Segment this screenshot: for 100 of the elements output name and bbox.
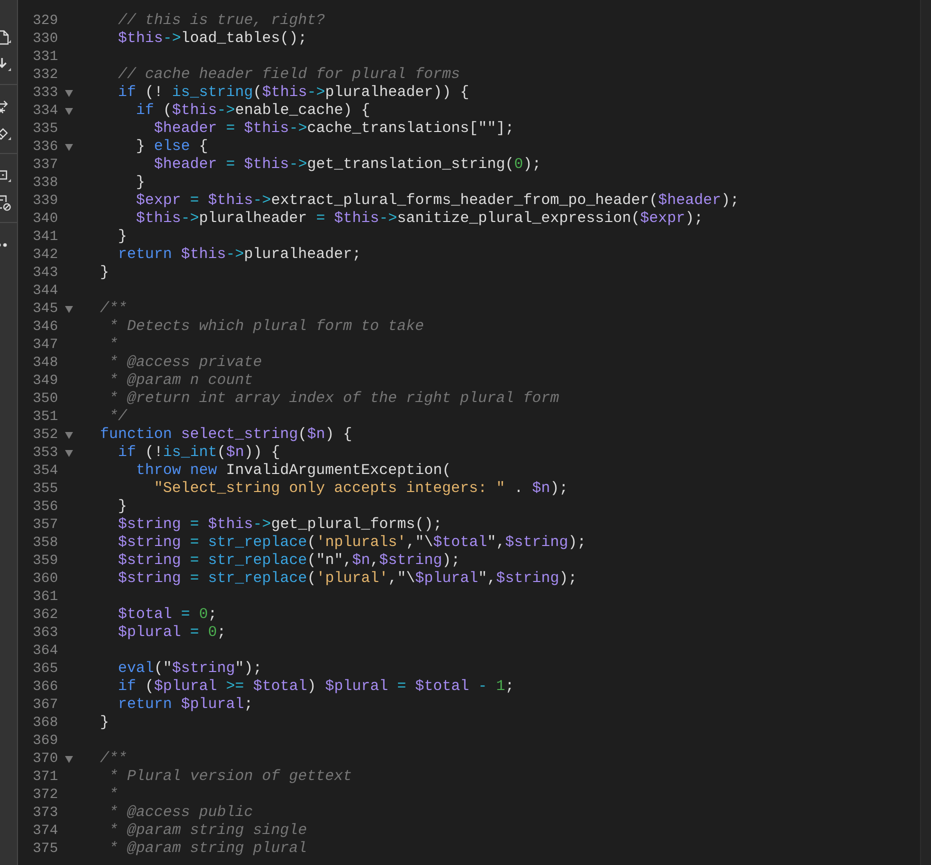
comment-box-icon[interactable] <box>0 168 12 184</box>
line-number: 339 <box>32 193 58 209</box>
line-number: 374 <box>32 823 58 839</box>
line-number: 361 <box>32 589 58 605</box>
line-number: 365 <box>32 661 58 677</box>
code-line: * @access public <box>108 804 254 822</box>
line-number: 331 <box>32 49 58 65</box>
download-icon[interactable] <box>0 56 12 72</box>
line-number: 367 <box>32 697 58 713</box>
code-line: } <box>135 174 146 192</box>
document-icon[interactable] <box>0 30 12 46</box>
code-line: $string = str_replace('nplurals',"\$total",$string); <box>117 534 586 552</box>
line-number: 345 <box>32 301 58 317</box>
line-number: 341 <box>32 229 58 245</box>
line-number: 369 <box>32 733 58 749</box>
line-number: 352 <box>32 427 58 443</box>
line-number: 344 <box>32 283 58 299</box>
fold-caret-icon[interactable] <box>65 108 73 114</box>
document-blocked-icon[interactable] <box>0 194 12 210</box>
code-line: * <box>108 336 118 354</box>
line-number: 357 <box>32 517 58 533</box>
fold-caret-icon[interactable] <box>65 450 73 456</box>
line-number: 362 <box>32 607 58 623</box>
code-line: */ <box>108 408 128 426</box>
code-line: * @param n count <box>108 372 254 390</box>
line-number: 338 <box>32 175 58 191</box>
code-line: function select_string($n) { <box>100 426 352 444</box>
line-number: 332 <box>32 67 58 83</box>
code-line: } <box>117 498 128 516</box>
line-number: 368 <box>32 715 58 731</box>
code-line: $header = $this->cache_translations[""]; <box>153 120 514 138</box>
line-number: 359 <box>32 553 58 569</box>
line-number: 356 <box>32 499 58 515</box>
line-number: 334 <box>32 103 58 119</box>
fold-caret-icon[interactable] <box>65 90 73 96</box>
code-line: /** <box>100 300 128 318</box>
line-number: 373 <box>32 805 58 821</box>
code-line: "Select_string only accepts integers: " . $n); <box>153 480 568 498</box>
line-number: 346 <box>32 319 58 335</box>
code-line: * <box>108 786 118 804</box>
code-line: $this->pluralheader = $this->sanitize_plural_expression($expr); <box>135 210 704 228</box>
code-line: throw new InvalidArgumentException( <box>135 462 452 480</box>
line-number: 355 <box>32 481 58 497</box>
line-number: 354 <box>32 463 58 479</box>
code-line: return $this->pluralheader; <box>117 246 362 264</box>
code-line: if ($plural >= $total) $plural = $total - 1; <box>117 678 514 696</box>
code-line: $string = str_replace("n",$n,$string); <box>117 552 460 570</box>
code-line: * @param string single <box>108 822 308 840</box>
line-number: 375 <box>32 841 58 857</box>
line-number: 336 <box>32 139 58 155</box>
code-line: $expr = $this->extract_plural_forms_header_from_po_header($header); <box>135 192 740 210</box>
line-number: 366 <box>32 679 58 695</box>
code-line: * @param string plural <box>108 840 308 858</box>
code-line: eval("$string"); <box>117 660 262 678</box>
code-line: $total = 0; <box>117 606 218 624</box>
line-number: 343 <box>32 265 58 281</box>
code-line: * Detects which plural form to take <box>108 318 424 336</box>
fold-caret-icon[interactable] <box>65 306 73 312</box>
fold-caret-icon[interactable] <box>65 432 73 438</box>
fold-caret-icon[interactable] <box>65 756 73 762</box>
code-line: /** <box>100 750 128 768</box>
code-line: * @return int array index of the right plural form <box>108 390 560 408</box>
line-number: 358 <box>32 535 58 551</box>
fold-caret-icon[interactable] <box>65 144 73 150</box>
line-number: 372 <box>32 787 58 803</box>
line-number: 349 <box>32 373 58 389</box>
code-line: * Plural version of gettext <box>108 768 352 786</box>
line-number: 340 <box>32 211 58 227</box>
line-number: 363 <box>32 625 58 641</box>
code-line: * @access private <box>108 354 262 372</box>
line-number: 337 <box>32 157 58 173</box>
code-line: $this->load_tables(); <box>117 30 308 48</box>
code-line: // cache header field for plural forms <box>117 66 460 84</box>
code-line: $string = str_replace('plural',"\$plural",$string); <box>117 570 578 588</box>
line-number: 351 <box>32 409 58 425</box>
code-line: $plural = 0; <box>117 624 226 642</box>
line-number: 360 <box>32 571 58 587</box>
code-line: } <box>117 228 128 246</box>
line-number: 342 <box>32 247 58 263</box>
line-number: 333 <box>32 85 58 101</box>
line-number: 330 <box>32 31 58 47</box>
code-line: // this is true, right? <box>117 12 326 30</box>
line-number: 329 <box>32 13 58 29</box>
code-line: } <box>100 264 110 282</box>
line-number: 347 <box>32 337 58 353</box>
line-number: 348 <box>32 355 58 371</box>
line-number: 350 <box>32 391 58 407</box>
line-number: 335 <box>32 121 58 137</box>
code-line: if (!is_int($n)) { <box>117 444 280 462</box>
line-number: 371 <box>32 769 58 785</box>
code-line: $string = $this->get_plural_forms(); <box>117 516 442 534</box>
line-number: 353 <box>32 445 58 461</box>
code-line: $header = $this->get_translation_string(0); <box>153 156 542 174</box>
tag-icon[interactable] <box>0 126 12 142</box>
code-line: } else { <box>135 138 208 156</box>
code-line: return $plural; <box>117 696 254 714</box>
code-line: if ($this->enable_cache) { <box>135 102 370 120</box>
code-line: if (! is_string($this->pluralheader)) { <box>117 84 470 102</box>
line-number: 370 <box>32 751 58 767</box>
code-line: } <box>100 714 110 732</box>
